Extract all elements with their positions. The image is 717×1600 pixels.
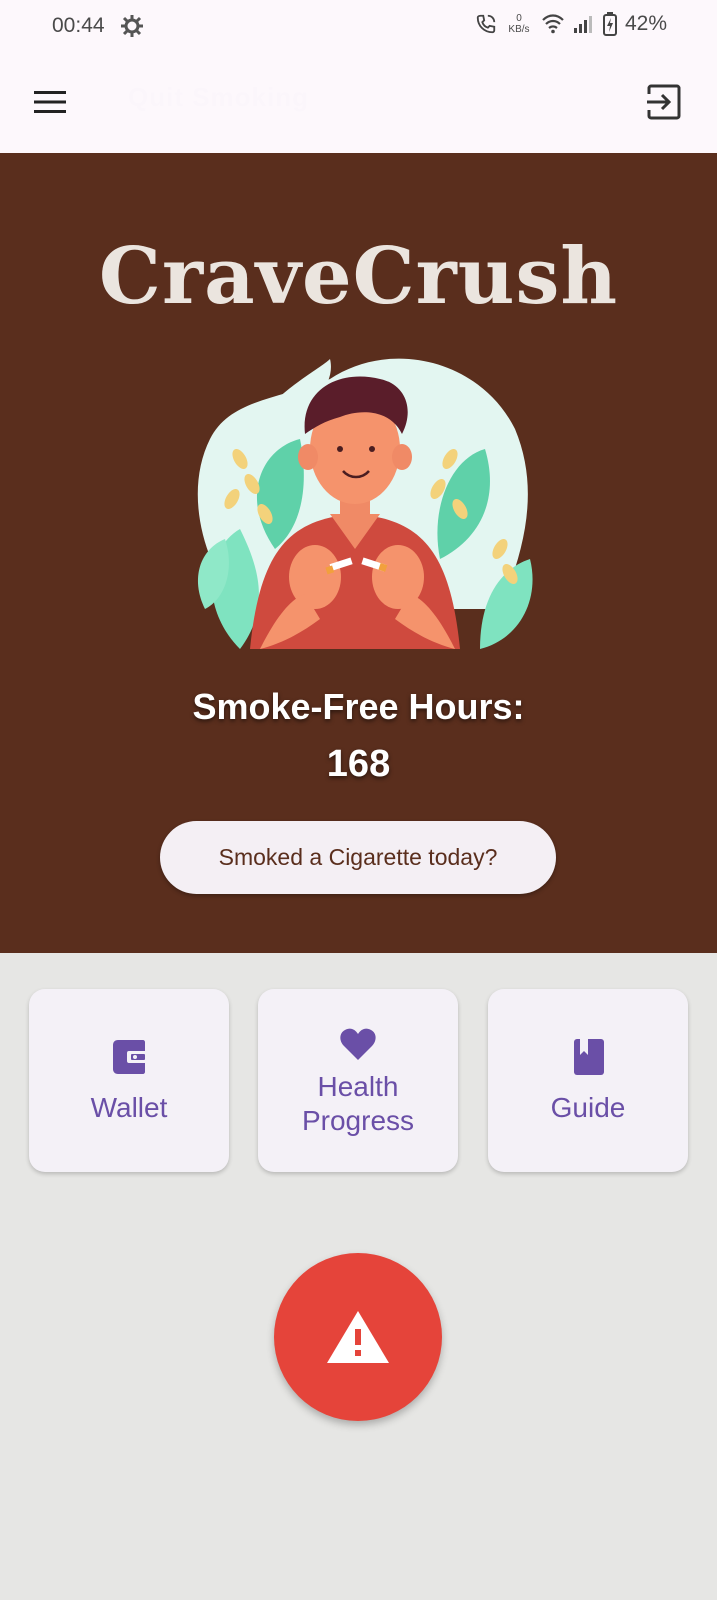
quit-smoking-illustration [197,358,533,649]
app-title: Quit Smoking [128,82,309,112]
data-rate: 0 KB/s [505,13,533,35]
status-bar: 00:44 0 KB/s 42% [0,0,717,52]
app-bar: Quit Smoking [0,52,717,153]
wifi-call-icon [476,14,496,34]
brand-title: CraveCrush [98,231,619,322]
smoked-cigarette-button[interactable]: Smoked a Cigarette today? [160,821,556,894]
hamburger-menu-icon[interactable] [32,87,68,117]
battery-level: 42% [624,12,667,35]
settings-icon [121,15,143,37]
book-icon [574,1038,604,1075]
logout-icon[interactable] [643,82,683,122]
smoke-free-hours-value: 168 [326,743,391,785]
signal-icon [573,16,592,33]
smoke-free-hours-label: Smoke-Free Hours: [192,686,525,727]
wallet-card[interactable]: Wallet [29,989,229,1172]
wallet-label: Wallet [90,1091,168,1123]
heart-icon [340,1028,376,1060]
emergency-craving-button[interactable] [274,1253,442,1421]
data-rate-value: 0 [516,13,522,24]
guide-label: Guide [550,1091,626,1123]
wallet-icon [113,1039,149,1074]
health-progress-card[interactable]: Health Progress [258,989,458,1172]
data-rate-unit: KB/s [508,24,530,35]
guide-card[interactable]: Guide [488,989,688,1172]
battery-charging-icon [602,12,617,36]
hero-section: CraveCrush Smoke-Free Hours: 168 Smoked … [0,153,717,953]
health-progress-label: Health Progress [301,1070,415,1136]
wifi-icon [542,14,564,34]
warning-icon [327,1311,389,1363]
status-time: 00:44 [52,14,105,37]
